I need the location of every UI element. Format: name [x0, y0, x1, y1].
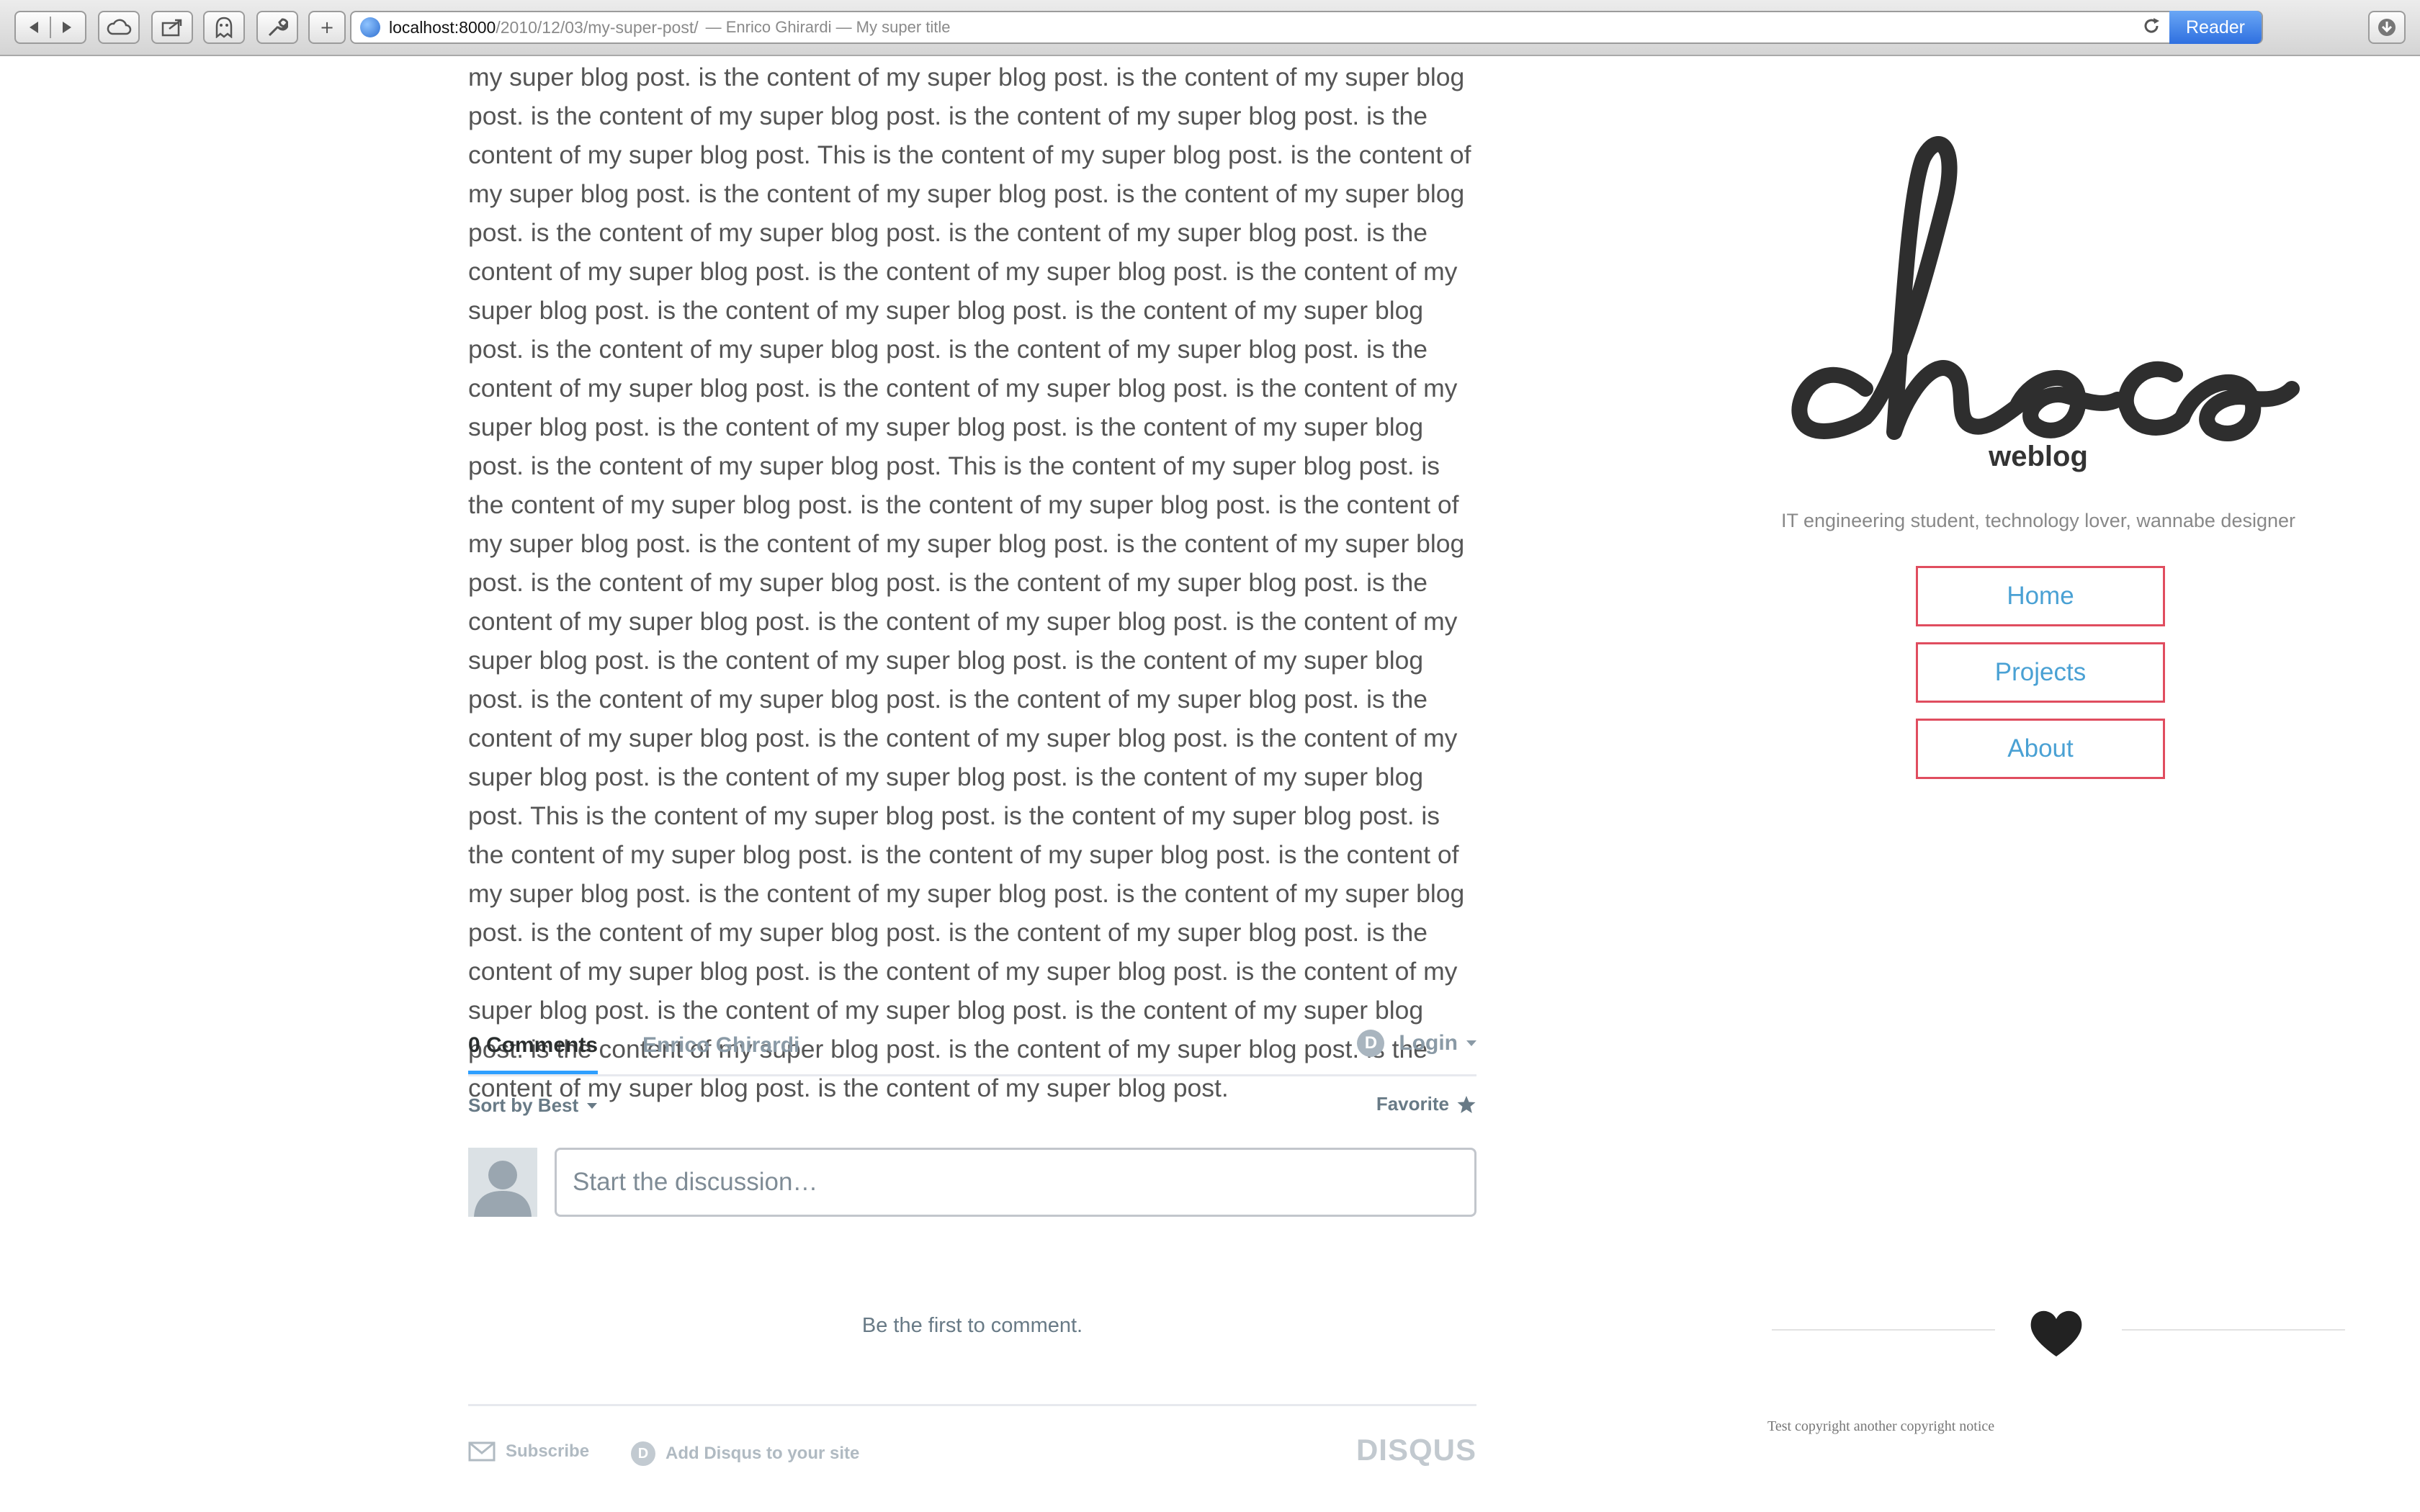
- post-content: my super blog post. is the content of my…: [468, 63, 1471, 1102]
- tools-button[interactable]: [256, 11, 298, 44]
- favorite-button[interactable]: Favorite: [1376, 1093, 1476, 1115]
- cloud-icon: [107, 19, 132, 35]
- share-icon: [161, 19, 182, 37]
- ghostery-button[interactable]: [203, 11, 245, 44]
- comment-input[interactable]: Start the discussion…: [555, 1148, 1476, 1217]
- envelope-icon: [468, 1441, 496, 1462]
- sort-dropdown[interactable]: Sort by Best: [468, 1094, 598, 1117]
- footer-divider-right: [2122, 1329, 2345, 1331]
- disqus-logo[interactable]: DISQUS: [1356, 1433, 1476, 1467]
- add-disqus-link[interactable]: D Add Disqus to your site: [631, 1441, 859, 1466]
- reader-button[interactable]: Reader: [2169, 11, 2262, 44]
- shield-icon: [215, 17, 233, 38]
- reload-icon[interactable]: [2142, 17, 2161, 40]
- user-icon: [474, 1161, 532, 1217]
- favorite-label: Favorite: [1376, 1093, 1449, 1115]
- browser-toolbar: + localhost:8000 /2010/12/03/my-super-po…: [0, 0, 2420, 56]
- downloads-button[interactable]: [2368, 11, 2406, 44]
- back-forward-group: [14, 11, 86, 44]
- footer-divider: [468, 1404, 1476, 1406]
- star-icon: [1457, 1095, 1476, 1113]
- address-bar[interactable]: localhost:8000 /2010/12/03/my-super-post…: [350, 11, 2263, 44]
- subscribe-label: Subscribe: [506, 1441, 590, 1461]
- caret-icon: [1466, 1040, 1476, 1046]
- login-menu[interactable]: D Login: [1357, 1030, 1476, 1057]
- nav-projects[interactable]: Projects: [1916, 642, 2165, 703]
- disqus-d-icon: D: [1357, 1030, 1385, 1057]
- sort-label: Sort by Best: [468, 1094, 579, 1116]
- add-icon: +: [319, 17, 335, 37]
- icloud-button[interactable]: [98, 11, 140, 44]
- back-icon[interactable]: [16, 20, 50, 35]
- tab-community[interactable]: Enrico Ghirardi: [642, 1033, 799, 1058]
- download-icon: [2378, 19, 2396, 36]
- globe-icon: [360, 17, 380, 37]
- disqus-d-icon: D: [631, 1441, 655, 1466]
- page-title: — Enrico Ghirardi — My super title: [705, 18, 951, 36]
- subscribe-link[interactable]: Subscribe: [468, 1441, 589, 1462]
- caret-icon: [587, 1102, 598, 1109]
- site-subtitle: weblog: [1989, 441, 2088, 472]
- site-tagline: IT engineering student, technology lover…: [1781, 510, 2295, 531]
- url-host: localhost:8000: [389, 17, 496, 37]
- nav-about[interactable]: About: [1916, 719, 2165, 779]
- nav-home[interactable]: Home: [1916, 566, 2165, 626]
- forward-icon[interactable]: [51, 20, 85, 35]
- login-label: Login: [1399, 1031, 1458, 1055]
- tab-comments-count[interactable]: 0 Comments: [468, 1033, 599, 1074]
- add-tab-button[interactable]: +: [308, 11, 346, 44]
- choco-logo[interactable]: [1772, 115, 2305, 446]
- copyright-notice: Test copyright another copyright notice: [1767, 1418, 1995, 1434]
- avatar: [468, 1148, 537, 1217]
- heart-icon: [2030, 1310, 2082, 1356]
- footer-divider-left: [1772, 1329, 1995, 1331]
- add-disqus-label: Add Disqus to your site: [666, 1444, 860, 1463]
- url-path: /2010/12/03/my-super-post/: [496, 17, 699, 37]
- comments-tabbar: 0 Comments Enrico Ghirardi D Login: [468, 1022, 1476, 1076]
- empty-comments-message: Be the first to comment.: [861, 1314, 1083, 1337]
- share-button[interactable]: [151, 11, 193, 44]
- wrench-icon: [268, 18, 288, 37]
